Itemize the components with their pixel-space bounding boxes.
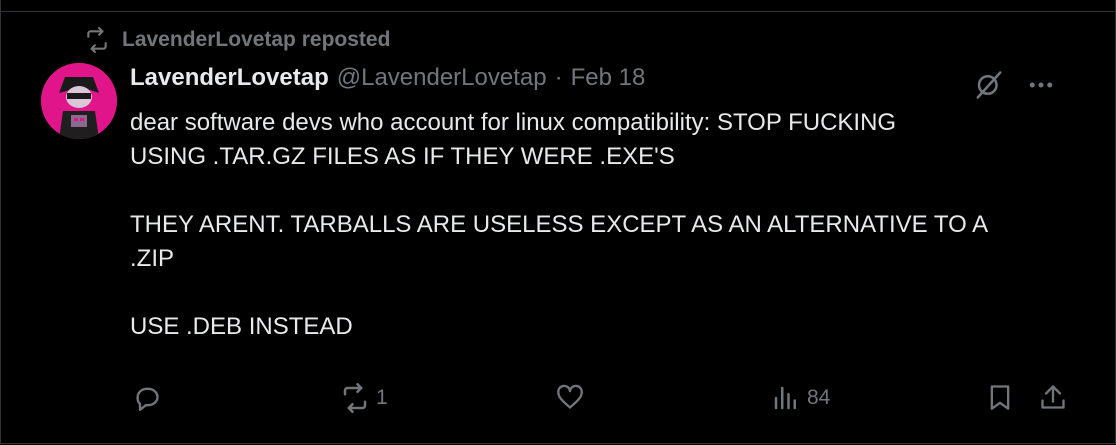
- views-icon: [774, 386, 796, 410]
- tweet-line: .ZIP: [130, 245, 175, 272]
- tweet-line: USING .TAR.GZ FILES AS IF THEY WERE .EXE…: [130, 143, 675, 170]
- like-icon: [557, 384, 583, 409]
- display-name[interactable]: LavenderLovetap: [130, 64, 329, 92]
- tweet-line: THEY ARENT. TARBALLS ARE USELESS EXCEPT …: [130, 211, 989, 238]
- avatar-image: [41, 63, 117, 139]
- tweet-top-actions: [974, 70, 1056, 100]
- share-icon: [1041, 385, 1065, 409]
- grok-icon[interactable]: [974, 70, 1004, 100]
- separator: ·: [554, 64, 563, 91]
- avatar[interactable]: [41, 63, 117, 139]
- bookmark-button[interactable]: [986, 383, 1014, 411]
- repost-context[interactable]: LavenderLovetap reposted: [84, 27, 390, 53]
- timestamp[interactable]: Feb 18: [571, 64, 646, 92]
- bookmark-icon: [990, 385, 1010, 410]
- share-button[interactable]: [1039, 383, 1067, 411]
- like-button[interactable]: [556, 383, 590, 411]
- views-button[interactable]: 84: [771, 383, 830, 413]
- divider: [0, 11, 1116, 12]
- reply-button[interactable]: [133, 383, 167, 411]
- repost-icon: [343, 383, 367, 413]
- tweet-header: LavenderLovetap @LavenderLovetap · Feb 1…: [130, 64, 645, 92]
- tweet-line: dear software devs who account for linux…: [130, 109, 897, 136]
- tweet-text: dear software devs who account for linux…: [130, 106, 1080, 344]
- repost-icon: [87, 27, 107, 53]
- repost-count: 1: [376, 386, 388, 409]
- more-icon[interactable]: [1026, 70, 1056, 100]
- handle[interactable]: @LavenderLovetap: [337, 64, 547, 92]
- repost-label: LavenderLovetap reposted: [122, 28, 391, 51]
- reply-icon: [136, 387, 159, 411]
- tweet-line: USE .DEB INSTEAD: [130, 313, 353, 340]
- repost-button[interactable]: 1: [340, 383, 388, 413]
- tweet-actions: 1 84: [133, 383, 1073, 417]
- views-count: 84: [807, 386, 831, 409]
